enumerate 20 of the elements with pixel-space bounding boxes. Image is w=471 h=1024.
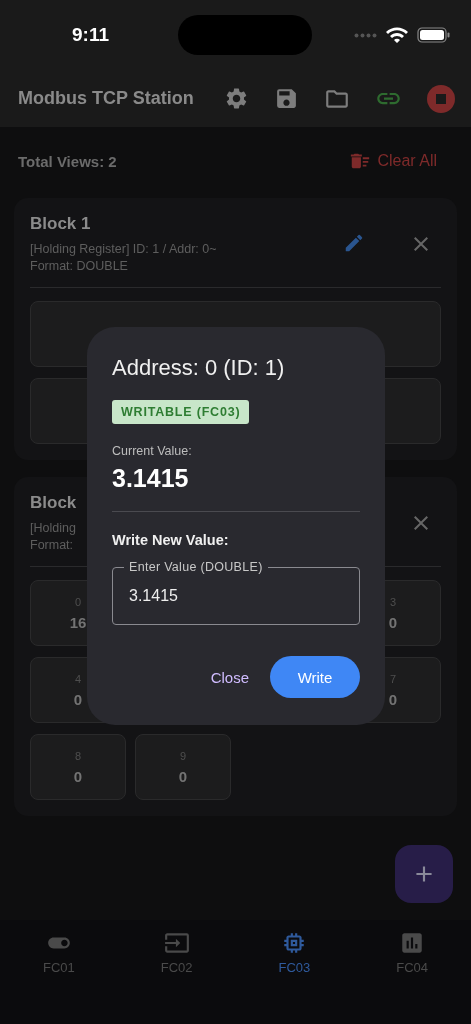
current-value: 3.1415: [112, 464, 190, 493]
current-value-label: Current Value:: [112, 444, 193, 458]
block-info: Format:: [30, 538, 74, 552]
block-info: [Holding: [30, 521, 76, 535]
dialog-title: Address: 0 (ID: 1): [112, 355, 286, 381]
register-value: 0: [73, 767, 83, 785]
status-time: 9:11: [72, 24, 109, 46]
block-info: Format: DOUBLE: [30, 259, 128, 273]
register-value: 0: [178, 767, 188, 785]
app-title: Modbus TCP Station: [18, 88, 195, 109]
block-title: Block 1: [30, 214, 91, 234]
writable-tag: WRITABLE (FC03): [112, 400, 250, 424]
block-info: [Holding Register] ID: 1 / Addr: 0~: [30, 242, 217, 256]
register-value: 16: [69, 613, 87, 631]
block-title: Block: [30, 493, 77, 513]
register-value: 0: [388, 690, 398, 708]
register-value: 0: [73, 690, 83, 708]
total-views: Total Views: 2: [18, 152, 117, 170]
register-value: 0: [388, 613, 398, 631]
write-value-label: Write New Value:: [112, 532, 230, 548]
